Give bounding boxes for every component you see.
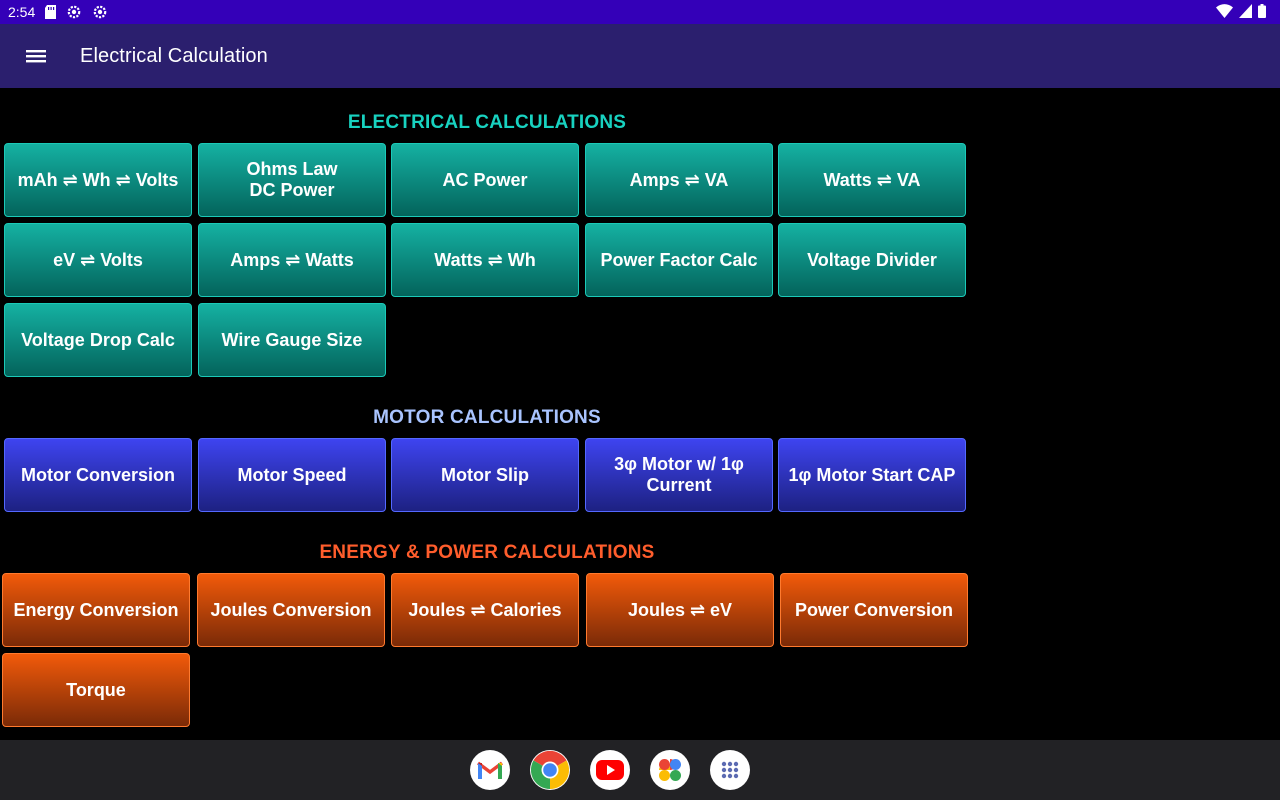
tile-voltage-divider[interactable]: Voltage Divider [778, 223, 966, 297]
gmail-icon[interactable] [470, 750, 510, 790]
chrome-icon[interactable] [530, 750, 570, 790]
tile-voltage-drop-calc[interactable]: Voltage Drop Calc [4, 303, 192, 377]
tile-motor-conversion[interactable]: Motor Conversion [4, 438, 192, 512]
settings-icon [67, 5, 81, 19]
tile-ohms-law-dc-power[interactable]: Ohms Law DC Power [198, 143, 386, 217]
tile-ev-volts[interactable]: eV ⇌ Volts [4, 223, 192, 297]
status-bar: 2:54 [0, 0, 1280, 24]
tile-wire-gauge-size[interactable]: Wire Gauge Size [198, 303, 386, 377]
app-title: Electrical Calculation [80, 45, 268, 67]
tile-3ph-motor-1ph-current[interactable]: 3φ Motor w/ 1φ Current [585, 438, 773, 512]
status-time: 2:54 [8, 4, 36, 20]
status-system-icons [1216, 4, 1266, 18]
energy-section-title: ENERGY & POWER CALCULATIONS [319, 542, 655, 563]
battery-icon [1258, 4, 1266, 18]
tile-torque[interactable]: Torque [2, 653, 190, 727]
tile-power-conversion[interactable]: Power Conversion [780, 573, 968, 647]
tile-joules-ev[interactable]: Joules ⇌ eV [586, 573, 774, 647]
electrical-section-title: ELECTRICAL CALCULATIONS [347, 112, 627, 133]
tile-watts-va[interactable]: Watts ⇌ VA [778, 143, 966, 217]
signal-icon [1239, 4, 1252, 18]
tile-amps-watts[interactable]: Amps ⇌ Watts [198, 223, 386, 297]
tile-mah-wh-volts[interactable]: mAh ⇌ Wh ⇌ Volts [4, 143, 192, 217]
settings-icon-2 [93, 5, 107, 19]
motor-section-title: MOTOR CALCULATIONS [373, 407, 601, 428]
tile-motor-speed[interactable]: Motor Speed [198, 438, 386, 512]
tile-amps-va[interactable]: Amps ⇌ VA [585, 143, 773, 217]
wifi-icon [1216, 4, 1233, 18]
sd-card-icon [45, 5, 56, 19]
taskbar-dock [0, 740, 1280, 800]
app-bar: Electrical Calculation [0, 24, 1280, 88]
tile-joules-conversion[interactable]: Joules Conversion [197, 573, 385, 647]
tile-1ph-motor-start-cap[interactable]: 1φ Motor Start CAP [778, 438, 966, 512]
hamburger-menu-icon[interactable] [22, 44, 50, 68]
youtube-icon[interactable] [590, 750, 630, 790]
status-notification-icons [45, 4, 108, 20]
tile-watts-wh[interactable]: Watts ⇌ Wh [391, 223, 579, 297]
tile-power-factor-calc[interactable]: Power Factor Calc [585, 223, 773, 297]
app-drawer-icon[interactable] [710, 750, 750, 790]
tile-joules-calories[interactable]: Joules ⇌ Calories [391, 573, 579, 647]
tile-energy-conversion[interactable]: Energy Conversion [2, 573, 190, 647]
photos-icon[interactable] [650, 750, 690, 790]
tile-ac-power[interactable]: AC Power [391, 143, 579, 217]
tile-motor-slip[interactable]: Motor Slip [391, 438, 579, 512]
